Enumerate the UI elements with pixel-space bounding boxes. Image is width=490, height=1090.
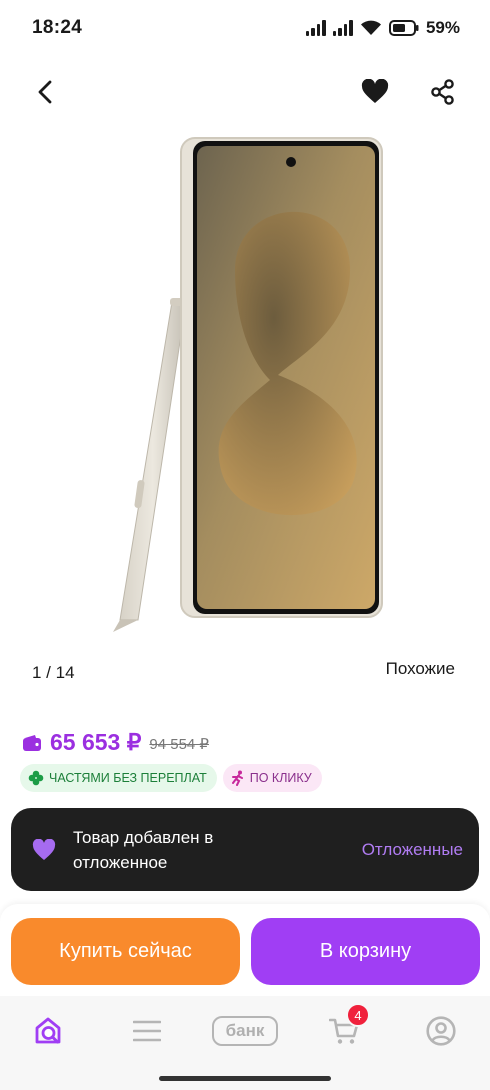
back-button[interactable] bbox=[24, 70, 68, 114]
nav-catalog[interactable] bbox=[123, 1011, 171, 1051]
home-indicator bbox=[159, 1076, 331, 1081]
bank-label: банк bbox=[212, 1016, 278, 1046]
snackbar-action-favorites[interactable]: Отложенные bbox=[362, 840, 463, 860]
status-icons: 59% bbox=[305, 18, 460, 38]
status-time: 18:24 bbox=[32, 17, 83, 38]
current-price: 65 653 ₽ bbox=[50, 729, 142, 755]
old-price: 94 554 ₽ bbox=[149, 736, 209, 753]
favorite-button[interactable] bbox=[353, 70, 397, 114]
home-search-icon bbox=[35, 1017, 61, 1044]
profile-icon bbox=[426, 1016, 456, 1046]
clover-icon bbox=[28, 770, 44, 786]
running-person-icon bbox=[231, 770, 243, 786]
product-image bbox=[113, 137, 383, 632]
heart-icon bbox=[32, 838, 56, 860]
purchase-actions: Купить сейчас В корзину bbox=[0, 904, 490, 996]
one-click-badge[interactable]: ПО КЛИКУ bbox=[222, 764, 322, 792]
status-bar: 18:24 59% bbox=[0, 0, 490, 56]
stylus-pen bbox=[113, 298, 189, 632]
battery-icon bbox=[388, 20, 419, 36]
back-arrow-icon bbox=[38, 80, 52, 104]
share-icon bbox=[431, 79, 454, 105]
phone-body bbox=[180, 137, 383, 618]
snackbar-message: Товар добавлен в отложенное bbox=[73, 827, 214, 872]
share-button[interactable] bbox=[421, 70, 465, 114]
wallet-icon bbox=[23, 734, 41, 751]
similar-products-link[interactable]: Похожие bbox=[386, 659, 455, 679]
top-bar bbox=[0, 66, 490, 118]
nav-home[interactable] bbox=[26, 1011, 74, 1051]
snackbar: Товар добавлен в отложенное Отложенные bbox=[11, 808, 479, 891]
add-to-cart-button[interactable]: В корзину bbox=[251, 918, 480, 985]
bottom-nav: банк 4 bbox=[0, 996, 490, 1090]
price-row: 65 653 ₽ 94 554 ₽ bbox=[22, 729, 209, 756]
promo-badges: ЧАСТЯМИ БЕЗ ПЕРЕПЛАТ ПО КЛИКУ bbox=[20, 764, 322, 792]
product-gallery[interactable] bbox=[0, 120, 490, 650]
gallery-counter: 1 / 14 bbox=[32, 663, 75, 682]
one-click-label: ПО КЛИКУ bbox=[249, 771, 312, 785]
signal-icon bbox=[305, 20, 326, 36]
nav-cart[interactable]: 4 bbox=[320, 1003, 370, 1051]
installments-label: ЧАСТЯМИ БЕЗ ПЕРЕПЛАТ bbox=[49, 771, 207, 785]
installments-badge[interactable]: ЧАСТЯМИ БЕЗ ПЕРЕПЛАТ bbox=[20, 764, 217, 792]
heart-icon bbox=[361, 79, 389, 103]
menu-icon bbox=[133, 1020, 161, 1042]
cart-count-badge: 4 bbox=[346, 1003, 370, 1027]
nav-profile[interactable] bbox=[417, 1011, 465, 1051]
battery-percent: 59% bbox=[425, 18, 460, 37]
signal-icon-2 bbox=[332, 20, 353, 36]
wifi-icon bbox=[360, 20, 381, 35]
buy-now-button[interactable]: Купить сейчас bbox=[11, 918, 240, 985]
nav-bank[interactable]: банк bbox=[211, 1011, 279, 1051]
